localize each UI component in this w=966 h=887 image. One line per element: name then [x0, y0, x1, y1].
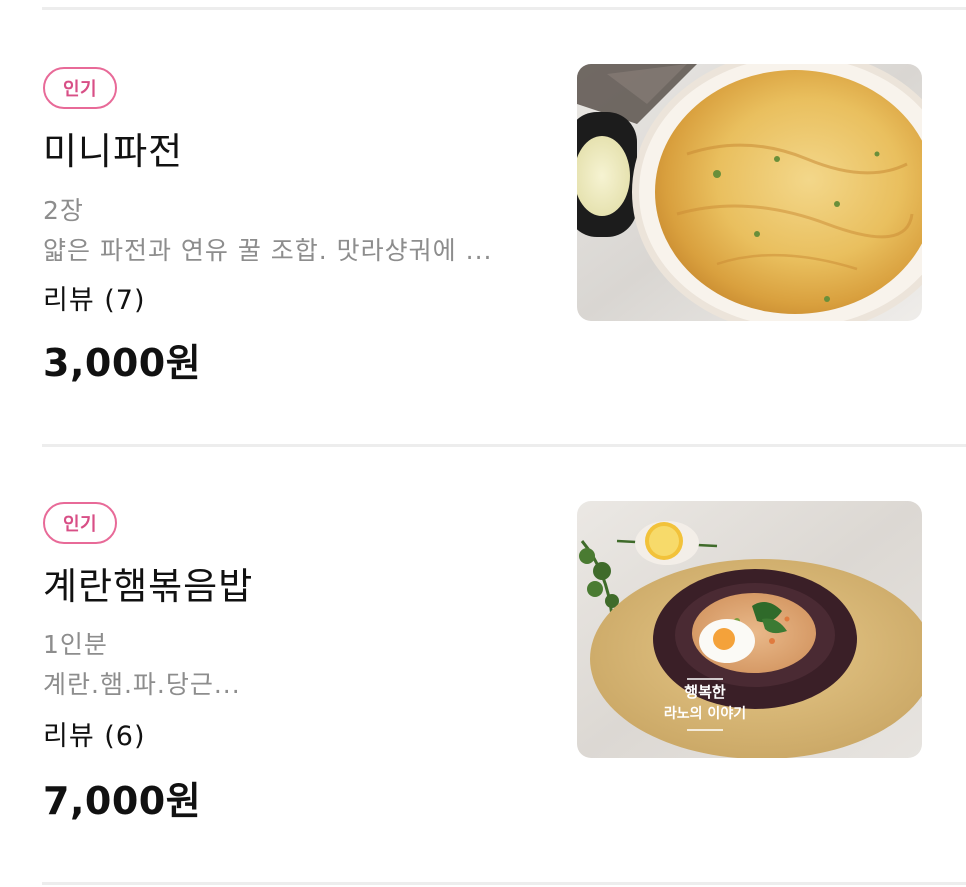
menu-item-price: 7,000원 — [43, 779, 202, 823]
photo-caption-line2: 라노의 이야기 — [664, 705, 746, 722]
menu-list-page: 인기 미니파전 2장 얇은 파전과 연유 꿀 조합. 맛라샹궈에 ... 리뷰 … — [0, 0, 966, 887]
menu-item-review-count[interactable]: 리뷰 (6) — [43, 721, 146, 753]
menu-item-name: 계란햄볶음밥 — [43, 565, 254, 608]
menu-item-mini-pajeon[interactable]: 인기 미니파전 2장 얇은 파전과 연유 꿀 조합. 맛라샹궈에 ... 리뷰 … — [0, 10, 966, 445]
menu-item-price: 3,000원 — [43, 341, 202, 385]
menu-item-egg-ham-fried-rice[interactable]: 인기 계란햄볶음밥 1인분 계란.햄.파.당근... 리뷰 (6) 7,000원 — [0, 448, 966, 880]
fried-rice-photo-icon: 행복한 라노의 이야기 — [577, 501, 922, 758]
popular-badge: 인기 — [43, 502, 117, 544]
menu-item-description: 얇은 파전과 연유 꿀 조합. 맛라샹궈에 ... — [43, 236, 493, 265]
menu-item-description: 계란.햄.파.당근... — [43, 670, 241, 699]
item-divider — [42, 444, 966, 447]
menu-item-review-count[interactable]: 리뷰 (7) — [43, 285, 146, 317]
menu-item-portion: 1인분 — [43, 630, 108, 659]
popular-badge: 인기 — [43, 67, 117, 109]
photo-caption-line1: 행복한 — [684, 683, 726, 701]
menu-item-photo[interactable]: 행복한 라노의 이야기 — [577, 501, 922, 758]
menu-item-photo[interactable] — [577, 64, 922, 321]
menu-item-portion: 2장 — [43, 196, 84, 225]
item-divider — [42, 882, 966, 885]
pajeon-photo-icon — [577, 64, 922, 321]
menu-item-name: 미니파전 — [43, 130, 184, 173]
